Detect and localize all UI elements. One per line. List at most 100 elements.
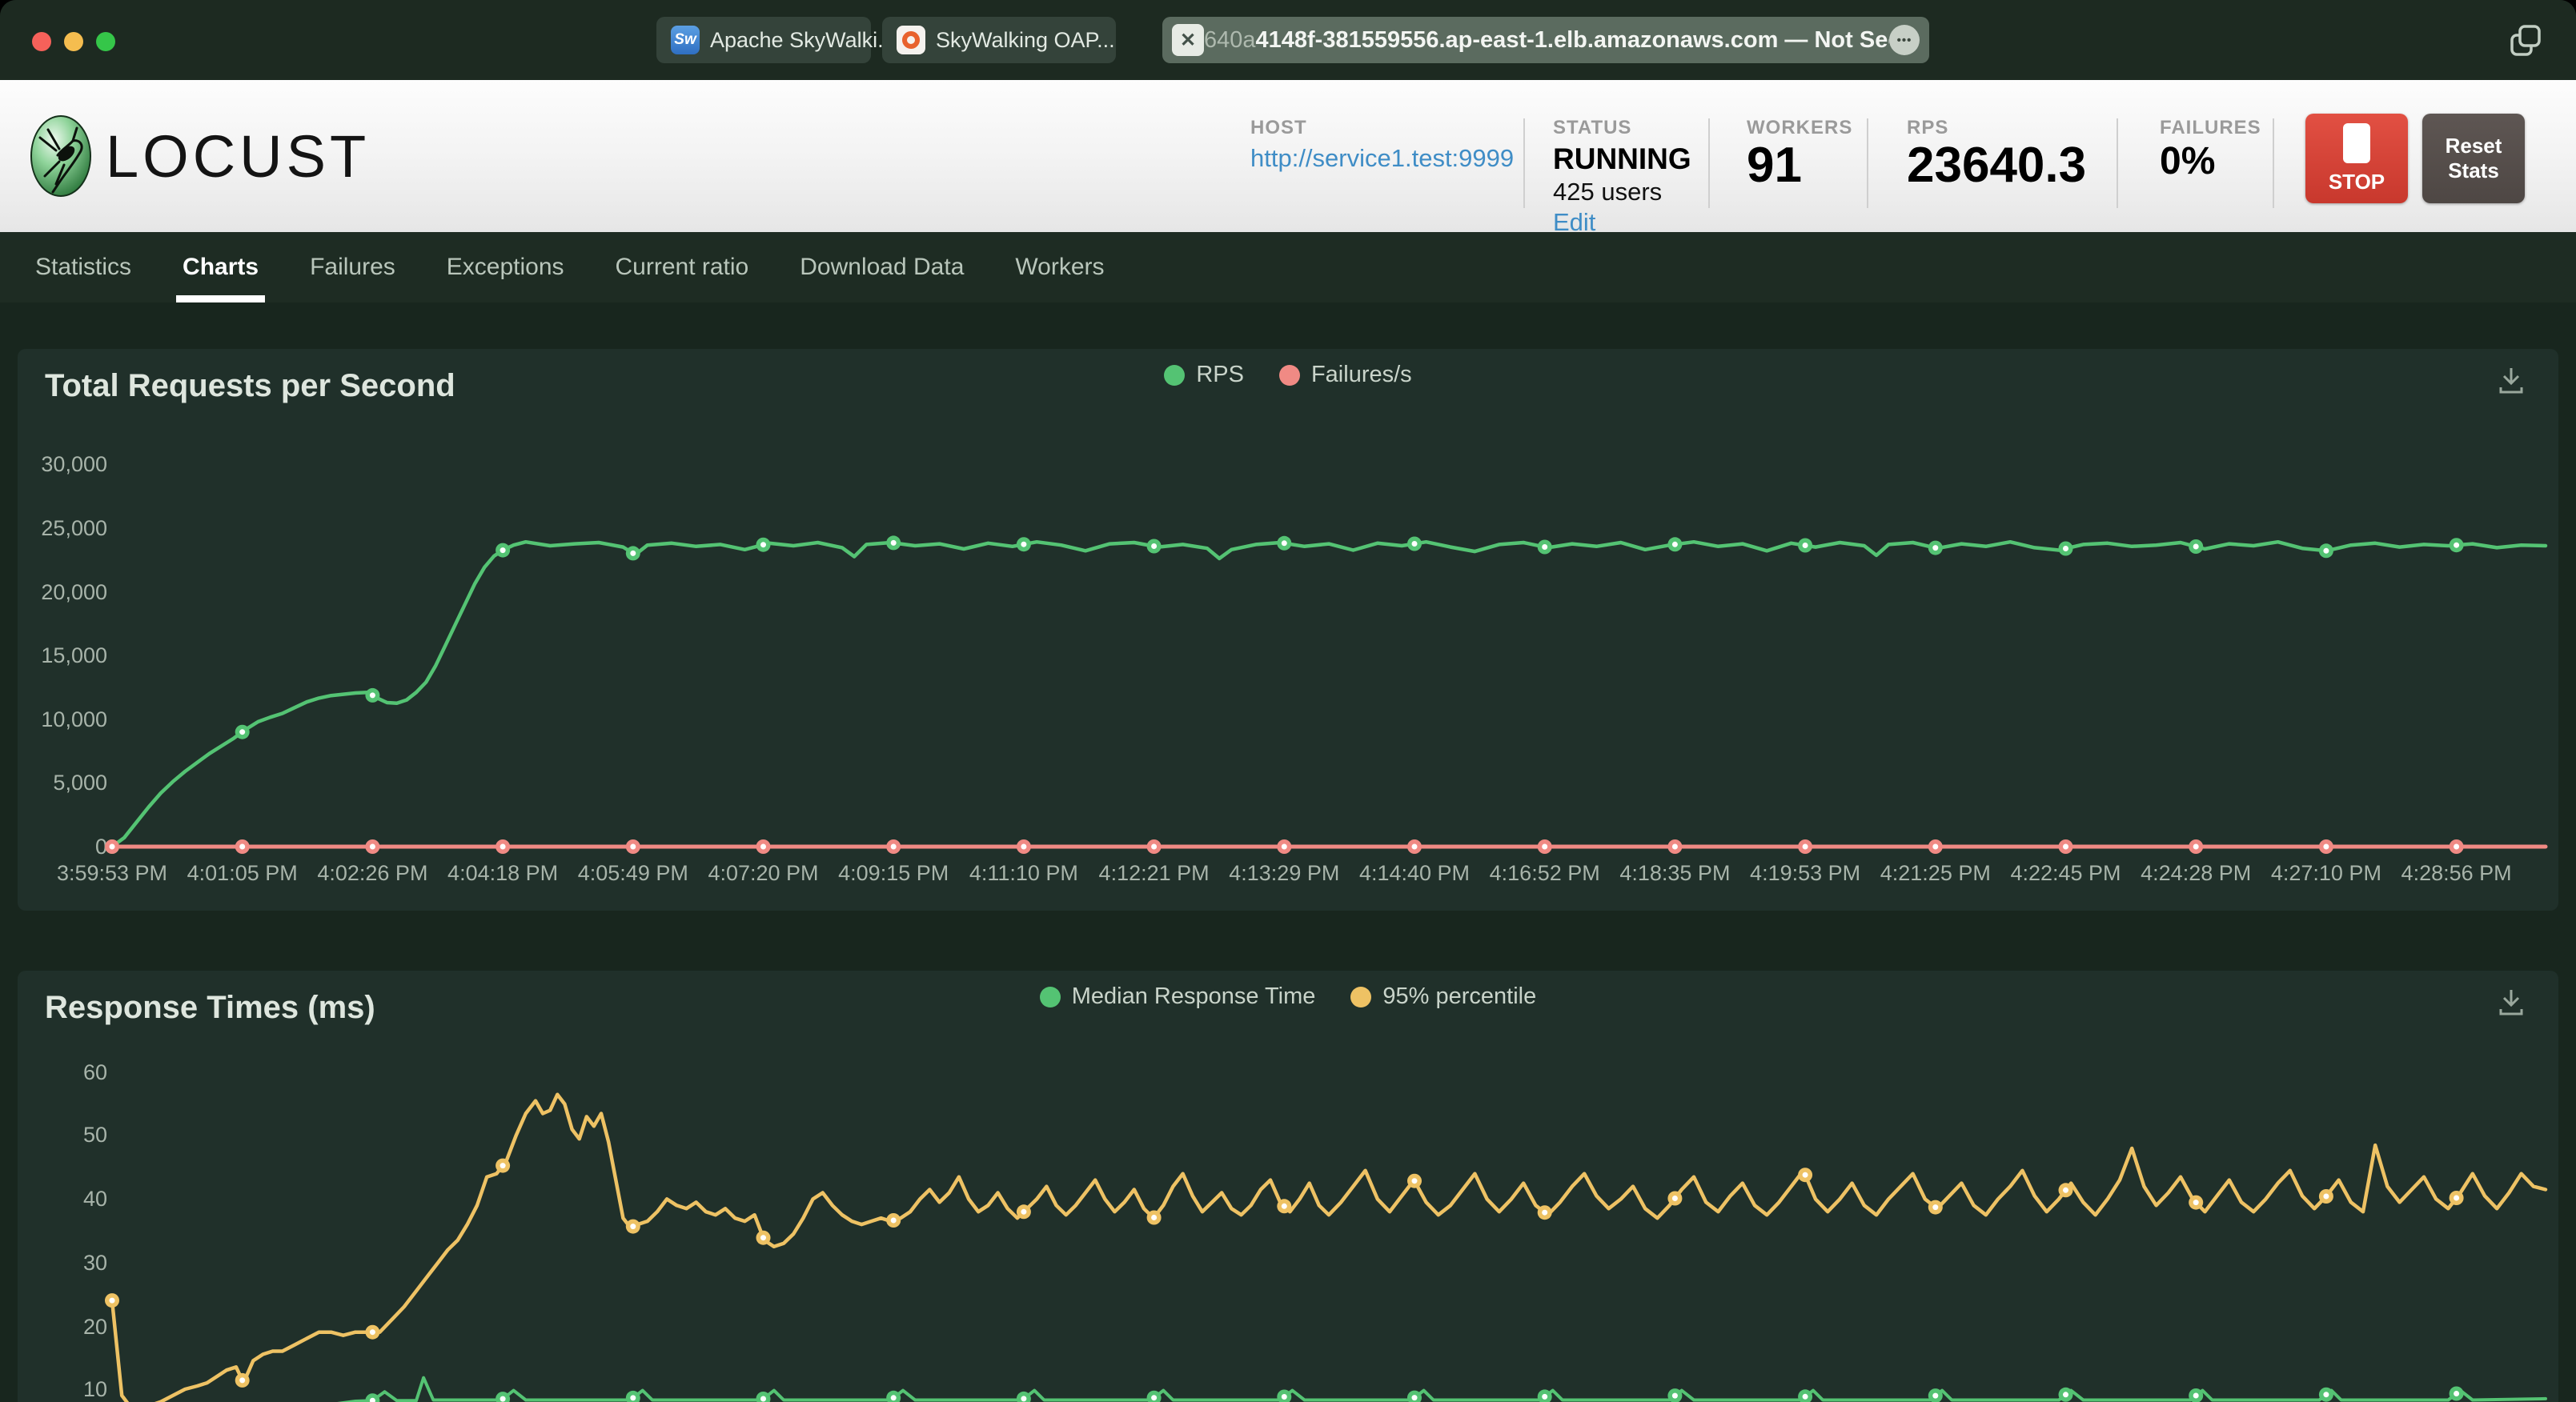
x-axis-label: 4:22:45 PM <box>2010 861 2121 885</box>
data-point-center <box>760 1235 766 1241</box>
tab-current-ratio[interactable]: Current ratio <box>616 232 749 302</box>
zoom-window-button[interactable] <box>96 32 115 51</box>
divider <box>1867 118 1868 208</box>
download-chart-icon[interactable] <box>2494 363 2528 401</box>
divider <box>1708 118 1710 208</box>
data-point-center <box>1281 1203 1287 1209</box>
y-axis-label: 40 <box>82 1187 107 1211</box>
data-point-center <box>239 843 246 850</box>
ellipsis-icon[interactable]: ••• <box>1889 25 1920 55</box>
data-point-center <box>1151 1215 1158 1220</box>
x-axis-label: 4:02:26 PM <box>317 861 428 885</box>
tab-exceptions[interactable]: Exceptions <box>447 232 564 302</box>
data-point-center <box>1932 545 1939 551</box>
data-point-center <box>2454 542 2460 548</box>
y-axis-label: 5,000 <box>53 771 107 795</box>
host-stat: HOST http://service1.test:9999 <box>1250 117 1514 173</box>
stop-button[interactable]: STOP <box>2305 114 2408 203</box>
response-times-chart-card: Response Times (ms) Median Response Time… <box>18 971 2558 1402</box>
data-point-center <box>890 843 897 850</box>
data-point-center <box>1281 843 1287 850</box>
legend-label: Failures/s <box>1310 362 1412 387</box>
data-point-center <box>2454 1391 2460 1396</box>
copy-tabs-icon[interactable] <box>2504 19 2546 65</box>
browser-titlebar: Sw Apache SkyWalki... SkyWalking OAP... … <box>0 0 2576 80</box>
failures-value: 0% <box>2160 140 2216 182</box>
data-point-center <box>2193 543 2199 550</box>
data-point-center <box>1411 1178 1418 1184</box>
x-axis-label: 4:21:25 PM <box>1880 861 1991 885</box>
reset-stats-button[interactable]: Reset Stats <box>2422 114 2525 203</box>
data-point-center <box>2063 546 2068 551</box>
data-point-center <box>1151 1395 1158 1401</box>
browser-address-bar[interactable]: ✕ 640a4148f-381559556.ap-east-1.elb.amaz… <box>1162 17 1929 63</box>
workers-label: WORKERS <box>1747 117 1853 138</box>
host-link[interactable]: http://service1.test:9999 <box>1250 144 1514 172</box>
data-point-center <box>2323 1392 2329 1398</box>
data-point-center <box>1411 843 1418 850</box>
locust-logo-icon <box>30 115 91 197</box>
browser-window: Sw Apache SkyWalki... SkyWalking OAP... … <box>0 0 2576 1402</box>
tab-download-data[interactable]: Download Data <box>800 232 964 302</box>
failures-label: FAILURES <box>2160 117 2261 138</box>
data-point-center <box>630 1224 636 1230</box>
rps-chart-plot <box>105 535 2548 854</box>
status-label: STATUS <box>1553 117 1632 138</box>
legend-item[interactable]: 95% percentile <box>1350 983 1536 1010</box>
y-axis-label: 0 <box>94 835 107 859</box>
close-tab-icon[interactable]: ✕ <box>1172 24 1204 56</box>
divider <box>2117 118 2118 208</box>
data-point-center <box>760 542 766 548</box>
data-point-center <box>1542 544 1548 550</box>
rps-chart-card: Total Requests per Second RPS Failures/s … <box>18 349 2558 911</box>
tab-charts[interactable]: Charts <box>176 232 266 302</box>
x-axis-label: 4:19:53 PM <box>1750 861 1861 885</box>
rps-label: RPS <box>1907 117 1949 138</box>
status-stat: STATUS RUNNING 425 users Edit <box>1553 117 1691 237</box>
data-point-center <box>1151 543 1158 549</box>
data-point-center <box>1281 1394 1287 1400</box>
data-point-center <box>1021 1208 1027 1215</box>
rps-value: 23640.3 <box>1907 138 2087 193</box>
tab-failures[interactable]: Failures <box>310 232 395 302</box>
app-title: LOCUST <box>106 122 371 190</box>
legend-item[interactable]: Failures/s <box>1278 362 1412 388</box>
browser-tab-apache-skywalking[interactable]: Sw Apache SkyWalki... <box>656 17 896 63</box>
legend-dot <box>1350 986 1372 1007</box>
minimize-window-button[interactable] <box>64 32 83 51</box>
x-axis-label: 4:28:56 PM <box>2401 861 2512 885</box>
data-point-center <box>2323 843 2329 850</box>
status-value: RUNNING <box>1553 142 1691 175</box>
data-point-center <box>1151 843 1158 850</box>
data-point-center <box>1671 541 1678 547</box>
close-window-button[interactable] <box>32 32 51 51</box>
data-point-center <box>2454 843 2460 850</box>
data-point-center <box>2193 1200 2199 1206</box>
x-axis-label: 4:13:29 PM <box>1229 861 1340 885</box>
download-chart-icon[interactable] <box>2494 985 2528 1023</box>
data-point-center <box>760 1396 766 1402</box>
series-median-response-time <box>337 1376 2547 1402</box>
tab-statistics[interactable]: Statistics <box>35 232 131 302</box>
legend-item[interactable]: RPS <box>1164 362 1244 388</box>
data-point-center <box>2063 1187 2068 1193</box>
data-point-center <box>1542 843 1548 850</box>
data-point-center <box>239 1377 246 1384</box>
data-point-center <box>500 547 506 554</box>
host-label: HOST <box>1250 117 1307 138</box>
x-axis-label: 4:09:15 PM <box>838 861 949 885</box>
rps-stat: RPS 23640.3 <box>1907 117 2086 191</box>
data-point-center <box>1932 843 1939 850</box>
data-point-center <box>890 1395 897 1401</box>
browser-tab-skywalking-oap[interactable]: SkyWalking OAP... <box>882 17 1116 63</box>
x-axis-label: 4:07:20 PM <box>708 861 819 885</box>
data-point-center <box>2063 843 2068 850</box>
tab-workers[interactable]: Workers <box>1015 232 1104 302</box>
y-axis-label: 10,000 <box>41 707 107 731</box>
x-axis-label: 4:12:21 PM <box>1098 861 1210 885</box>
x-axis-label: 4:27:10 PM <box>2270 861 2381 885</box>
legend-item[interactable]: Median Response Time <box>1039 983 1315 1010</box>
tab-title: SkyWalking OAP... <box>936 27 1115 52</box>
data-point-center <box>369 1329 375 1336</box>
locust-logo: LOCUST <box>29 114 370 198</box>
